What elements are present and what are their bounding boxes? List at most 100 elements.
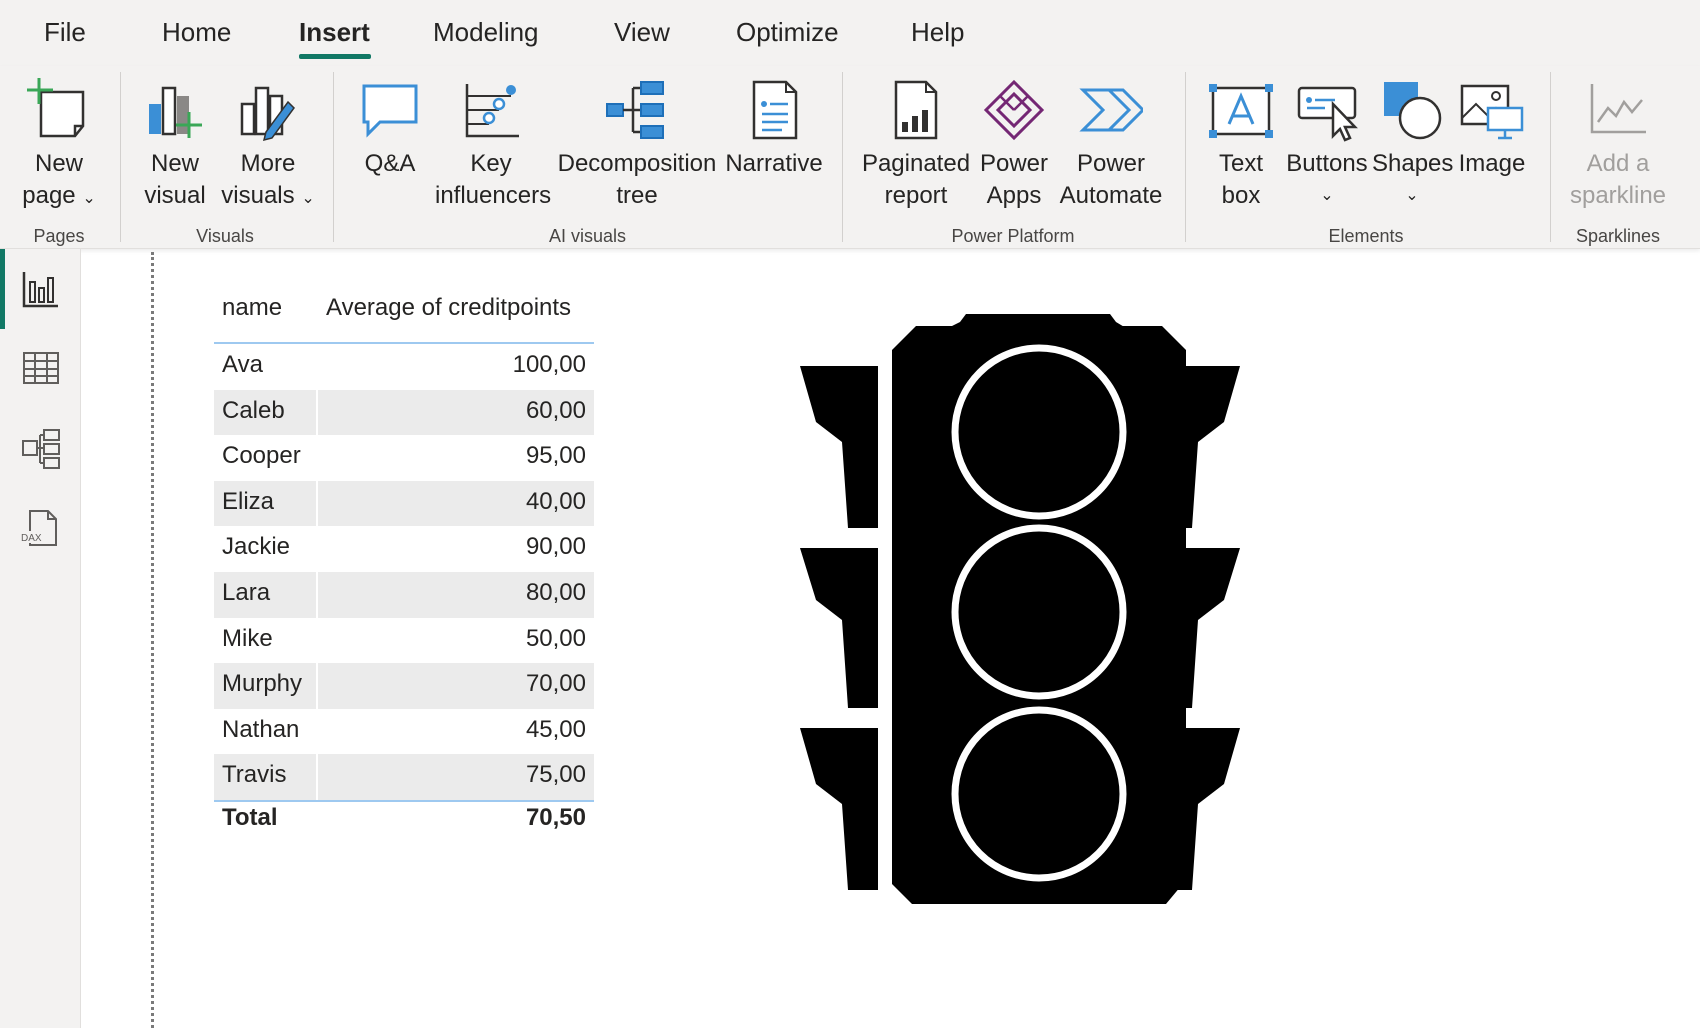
menu-help[interactable]: Help [911, 14, 964, 50]
active-view-indicator [0, 249, 5, 329]
buttons-icon [1297, 86, 1358, 142]
key-influencers-icon [465, 84, 519, 138]
sparkline-icon [1590, 84, 1646, 134]
buttons-label: Buttons [1286, 150, 1368, 177]
qa-button[interactable]: Q&A [345, 66, 435, 216]
shapes-button[interactable]: Shapes ⌄ [1372, 66, 1454, 216]
power-apps-label-1: Power [979, 150, 1049, 177]
table-row: Lara 80,00 [214, 571, 594, 618]
canvas-page-boundary [151, 252, 154, 1028]
group-label-elements: Elements [1328, 226, 1404, 246]
menu-view[interactable]: View [614, 14, 670, 50]
table-view-icon[interactable] [20, 347, 62, 389]
table-row: Eliza 40,00 [214, 480, 594, 527]
table-visual[interactable]: name Average of creditpoints Ava 100,00 C… [214, 288, 594, 831]
cell-name: Ava [222, 351, 263, 378]
menu-bar: File Home Insert Modeling View Optimize … [0, 0, 1700, 66]
narrative-icon [752, 80, 798, 140]
power-automate-button[interactable]: Power Automate [1056, 66, 1166, 216]
cell-value: 100,00 [512, 351, 586, 378]
power-apps-label-2: Apps [986, 182, 1042, 209]
key-influencers-label-1: Key [470, 150, 512, 177]
chevron-down-icon: ⌄ [82, 190, 96, 207]
column-header-name[interactable]: name [222, 294, 282, 322]
paginated-report-label-1: Paginated [861, 150, 971, 177]
total-value: 70,50 [525, 804, 586, 831]
table-row: Murphy 70,00 [214, 663, 594, 709]
cell-name: Cooper [222, 442, 301, 470]
menu-insert[interactable]: Insert [299, 14, 370, 50]
power-apps-button[interactable]: Power Apps [972, 66, 1056, 216]
cell-value: 50,00 [525, 624, 586, 652]
decomposition-tree-label-1: Decomposition [557, 150, 717, 177]
power-automate-label-2: Automate [1059, 182, 1163, 209]
menu-file[interactable]: File [44, 14, 86, 50]
table-row: Nathan 45,00 [214, 709, 594, 755]
add-sparkline-label-2: sparkline [1569, 182, 1667, 209]
new-page-label-1: New [34, 150, 83, 177]
new-visual-label-2: visual [144, 182, 206, 209]
table-row: Travis 75,00 [214, 754, 594, 800]
more-visuals-label-1: More [240, 150, 296, 177]
buttons-button[interactable]: Buttons ⌄ [1282, 66, 1372, 216]
ribbon: New page ⌄ Pages New visual More visuals… [0, 66, 1700, 249]
key-influencers-label-2: influencers [435, 182, 552, 209]
more-visuals-button[interactable]: More visuals ⌄ [220, 66, 316, 216]
report-view-icon[interactable] [20, 268, 62, 310]
dax-label: DAX [21, 533, 42, 544]
qa-icon [362, 84, 418, 138]
group-separator [842, 72, 843, 242]
new-visual-button[interactable]: New visual [130, 66, 220, 216]
group-label-visuals: Visuals [196, 226, 254, 246]
new-page-button[interactable]: New page ⌄ [4, 66, 114, 216]
image-icon [1460, 84, 1524, 140]
table-row: Caleb 60,00 [214, 389, 594, 436]
paginated-report-label-2: report [884, 182, 948, 209]
cell-value: 45,00 [525, 715, 586, 743]
shapes-label: Shapes [1372, 150, 1454, 177]
new-visual-label-1: New [150, 150, 199, 177]
model-view-icon[interactable] [20, 427, 62, 469]
cell-value: 90,00 [525, 533, 586, 561]
table-row: Cooper 95,00 [214, 435, 594, 481]
group-label-pages: Pages [33, 226, 85, 246]
group-separator [333, 72, 334, 242]
dax-query-view-icon[interactable]: DAX [20, 507, 62, 549]
text-box-label-2: box [1221, 182, 1261, 209]
text-box-button[interactable]: Text box [1200, 66, 1282, 216]
decomposition-tree-button[interactable]: Decomposition tree [554, 66, 720, 216]
narrative-label: Narrative [725, 150, 823, 177]
key-influencers-button[interactable]: Key influencers [435, 66, 552, 216]
narrative-button[interactable]: Narrative [722, 66, 826, 216]
add-sparkline-label-1: Add a [1586, 150, 1650, 177]
text-box-icon [1209, 84, 1273, 138]
more-visuals-icon [240, 86, 295, 142]
image-label: Image [1458, 150, 1526, 177]
cell-value: 60,00 [525, 396, 586, 424]
decomposition-tree-icon [606, 81, 664, 139]
image-button[interactable]: Image [1452, 66, 1532, 216]
cell-value: 95,00 [525, 442, 586, 470]
qa-label: Q&A [364, 150, 416, 177]
traffic-light-icon[interactable] [780, 300, 1260, 920]
table-row: Mike 50,00 [214, 618, 594, 664]
cell-name: Eliza [222, 487, 275, 515]
active-tab-indicator [299, 54, 371, 59]
menu-optimize[interactable]: Optimize [736, 14, 839, 50]
group-separator [120, 72, 121, 242]
cell-name: Murphy [222, 670, 303, 698]
column-header-average-creditpoints[interactable]: Average of creditpoints [326, 294, 571, 322]
menu-modeling[interactable]: Modeling [433, 14, 539, 50]
group-separator [1550, 72, 1551, 242]
power-automate-icon [1079, 88, 1143, 132]
cell-value: 75,00 [525, 761, 586, 789]
group-label-ai-visuals: AI visuals [548, 226, 627, 246]
total-label: Total [222, 804, 278, 831]
menu-home[interactable]: Home [162, 14, 231, 50]
table-total-row: Total 70,50 [214, 802, 594, 842]
column-divider [316, 344, 318, 800]
table-row: Jackie 90,00 [214, 526, 594, 572]
power-apps-icon [983, 79, 1045, 141]
add-sparkline-button[interactable]: Add a sparkline [1560, 66, 1676, 216]
paginated-report-button[interactable]: Paginated report [860, 66, 972, 216]
